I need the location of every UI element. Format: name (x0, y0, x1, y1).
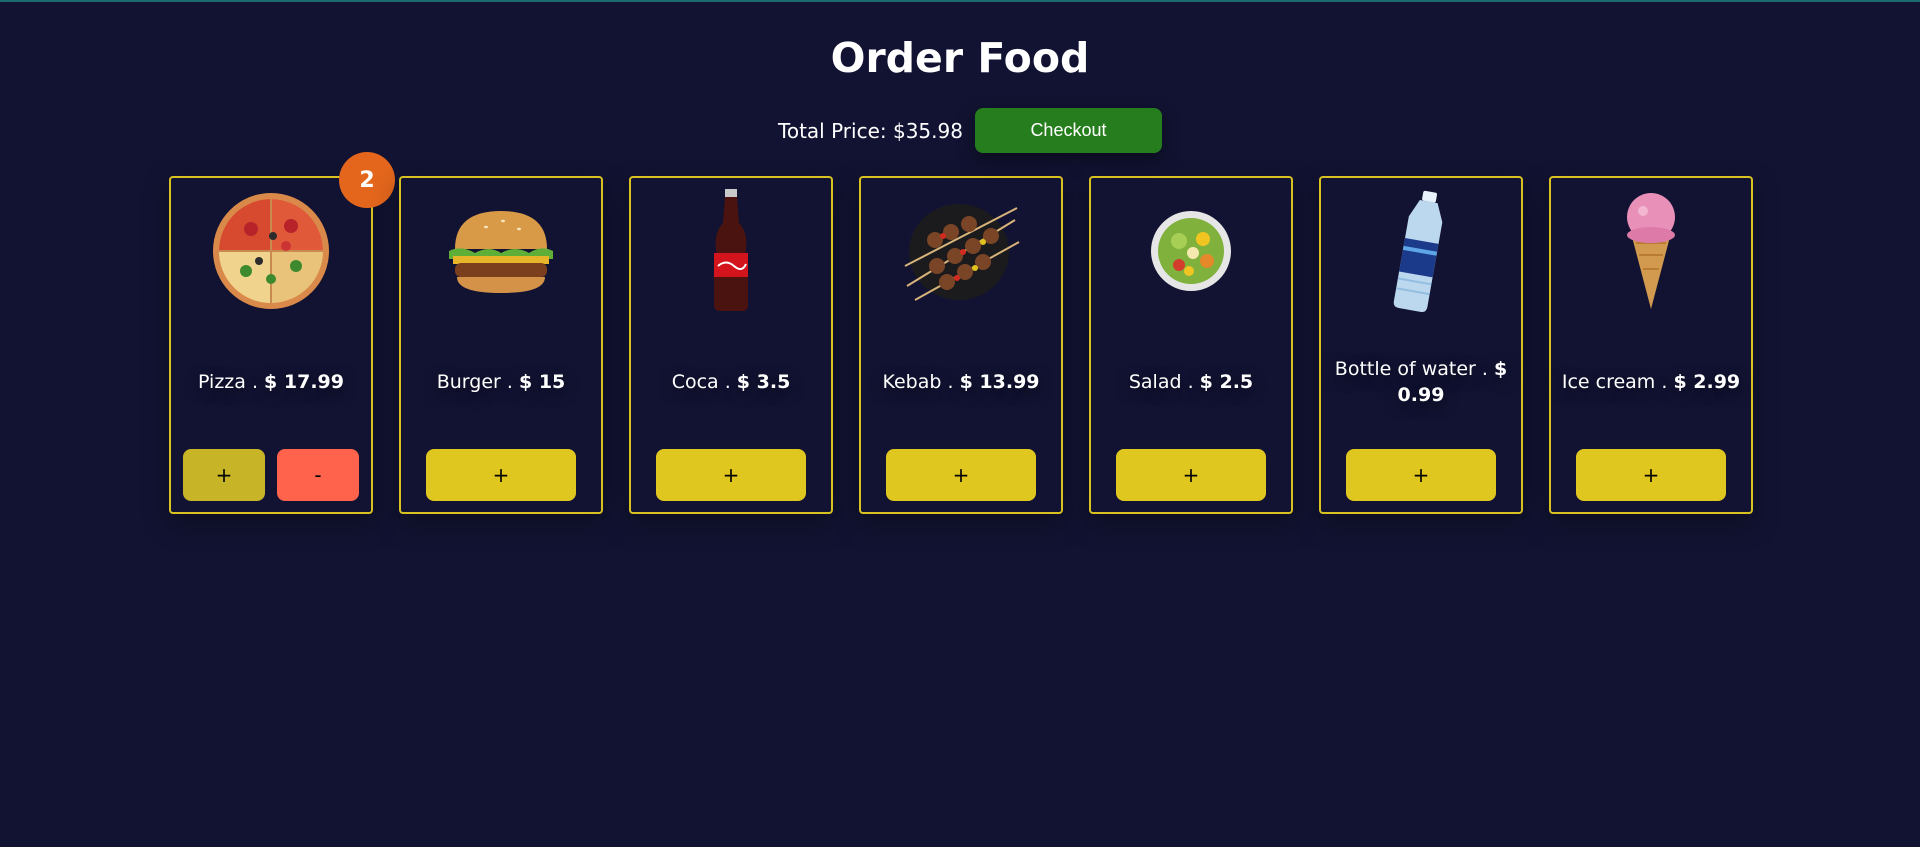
food-label: Salad . $ 2.5 (1097, 354, 1285, 410)
button-row: + (401, 449, 601, 501)
food-name: Burger . (436, 371, 513, 393)
button-row: + (1321, 449, 1521, 501)
button-row: + (631, 449, 831, 501)
kebab-icon (861, 186, 1061, 316)
checkout-button[interactable]: Checkout (974, 108, 1162, 153)
food-price: $ 13.99 (959, 371, 1040, 393)
burger-icon (401, 186, 601, 316)
food-card-salad: Salad . $ 2.5 + (1089, 176, 1293, 514)
food-name: Salad . (1128, 371, 1194, 393)
total-price: Total Price: $35.98 (778, 118, 963, 143)
food-name: Kebab . (882, 371, 954, 393)
food-label: Burger . $ 15 (407, 354, 595, 410)
food-card-list: 2 Pizza . $ 17.99 + - Burger . $ 15 + Co… (169, 152, 1753, 514)
food-name: Ice cream . (1561, 371, 1668, 393)
food-label: Pizza . $ 17.99 (177, 354, 365, 410)
food-price: $ 15 (518, 371, 566, 393)
add-pizza-button[interactable]: + (183, 449, 265, 501)
remove-pizza-button[interactable]: - (277, 449, 359, 501)
salad-icon (1091, 186, 1291, 316)
food-name: Coca . (671, 371, 731, 393)
pizza-icon (171, 186, 371, 316)
food-card-water: Bottle of water . $ 0.99 + (1319, 176, 1523, 514)
food-card-burger: Burger . $ 15 + (399, 176, 603, 514)
add-water-button[interactable]: + (1346, 449, 1496, 501)
cola-bottle-icon (631, 186, 831, 316)
top-accent-line (0, 0, 1920, 2)
food-label: Bottle of water . $ 0.99 (1327, 354, 1515, 410)
add-coca-button[interactable]: + (656, 449, 806, 501)
button-row: + (1551, 449, 1751, 501)
add-kebab-button[interactable]: + (886, 449, 1036, 501)
food-name: Pizza . (198, 371, 258, 393)
food-price: $ 3.5 (736, 371, 791, 393)
total-row: Total Price: $35.98 Checkout (0, 108, 1920, 153)
food-label: Coca . $ 3.5 (637, 354, 825, 410)
food-name: Bottle of water . (1334, 358, 1488, 380)
add-salad-button[interactable]: + (1116, 449, 1266, 501)
button-row: + (861, 449, 1061, 501)
water-bottle-icon (1321, 186, 1521, 316)
food-card-kebab: Kebab . $ 13.99 + (859, 176, 1063, 514)
page-title: Order Food (830, 34, 1090, 82)
food-price: $ 2.5 (1199, 371, 1254, 393)
button-row: + (1091, 449, 1291, 501)
food-price: $ 2.99 (1673, 371, 1741, 393)
food-card-ice-cream: Ice cream . $ 2.99 + (1549, 176, 1753, 514)
food-price: $ 17.99 (264, 371, 344, 393)
ice-cream-icon (1551, 186, 1751, 316)
add-burger-button[interactable]: + (426, 449, 576, 501)
button-row: + - (171, 449, 371, 501)
food-label: Kebab . $ 13.99 (867, 354, 1055, 410)
food-card-coca: Coca . $ 3.5 + (629, 176, 833, 514)
food-card-pizza: 2 Pizza . $ 17.99 + - (169, 152, 395, 514)
food-label: Ice cream . $ 2.99 (1557, 354, 1745, 410)
add-ice-cream-button[interactable]: + (1576, 449, 1726, 501)
